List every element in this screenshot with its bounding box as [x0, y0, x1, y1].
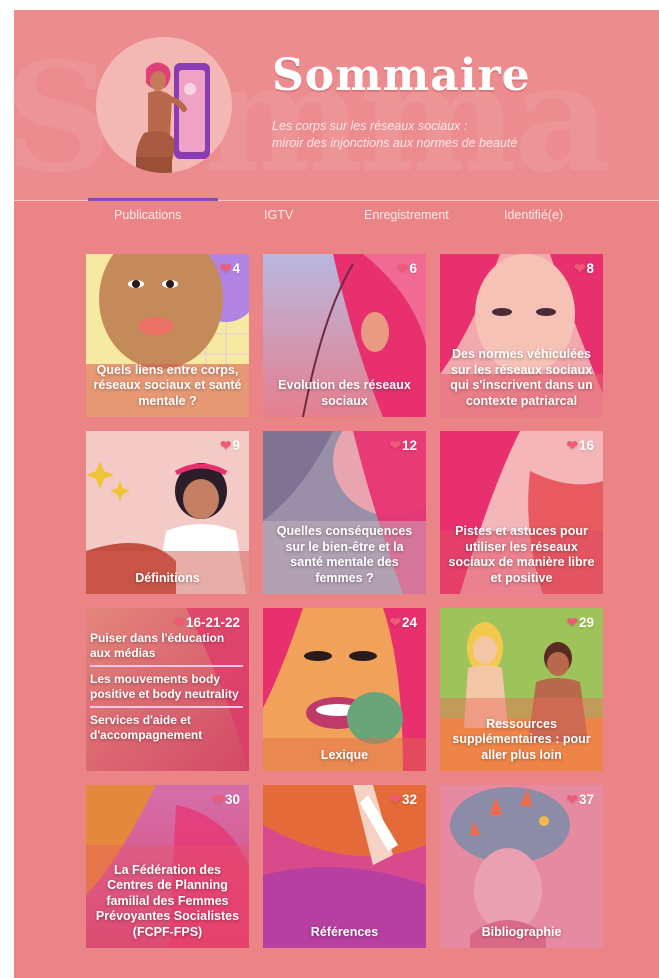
- post-tile[interactable]: ❤8 Des normes véhiculées sur les réseaux…: [440, 254, 603, 417]
- likes-count: ❤29: [566, 615, 594, 630]
- tile-caption: Définitions: [135, 570, 200, 585]
- heart-icon: ❤: [212, 792, 224, 807]
- post-tile[interactable]: ❤24 Lexique: [263, 608, 426, 771]
- avatar[interactable]: [96, 37, 232, 173]
- tab-identifie[interactable]: Identifié(e): [504, 208, 563, 222]
- heart-icon: ❤: [389, 438, 401, 453]
- heart-icon: ❤: [389, 792, 401, 807]
- heart-icon: ❤: [566, 438, 578, 453]
- post-tile[interactable]: ❤29 Ressources supplémentaires : pour al…: [440, 608, 603, 771]
- likes-count: ❤32: [389, 792, 417, 807]
- tile-caption: Pistes et astuces pour utiliser les rése…: [448, 524, 595, 585]
- tile-links: Puiser dans l'éducation aux médias Les m…: [90, 628, 243, 747]
- tile-caption: Quels liens entre corps, réseaux sociaux…: [93, 362, 242, 408]
- heart-icon: ❤: [220, 261, 232, 276]
- tile-caption: Lexique: [320, 747, 369, 762]
- page-subtitle: Les corps sur les réseaux sociaux : miro…: [272, 118, 592, 152]
- link-separator: [90, 665, 243, 667]
- subtitle-line: miroir des injonctions aux normes de bea…: [272, 136, 518, 150]
- tile-caption: Ressources supplémentaires : pour aller …: [452, 716, 591, 762]
- link-services-aide[interactable]: Services d'aide et d'accompagnement: [90, 710, 243, 747]
- tab-publications[interactable]: Publications: [114, 208, 181, 222]
- post-tile[interactable]: ❤4 Quels liens entre corps, réseaux soci…: [86, 254, 249, 417]
- post-tile[interactable]: ❤16 Pistes et astuces pour utiliser les …: [440, 431, 603, 594]
- post-tile[interactable]: ❤32 Références: [263, 785, 426, 948]
- post-tile[interactable]: ❤12 Quelles conséquences sur le bien-êtr…: [263, 431, 426, 594]
- likes-count: ❤30: [212, 792, 240, 807]
- likes-count: ❤4: [220, 261, 240, 276]
- link-education-medias[interactable]: Puiser dans l'éducation aux médias: [90, 628, 243, 665]
- post-tile[interactable]: ❤30 La Fédération des Centres de Plannin…: [86, 785, 249, 948]
- post-tile[interactable]: ❤9 Définitions: [86, 431, 249, 594]
- tab-igtv[interactable]: IGTV: [264, 208, 293, 222]
- active-tab-indicator: [88, 198, 218, 201]
- likes-count: ❤6: [397, 261, 417, 276]
- likes-count: ❤24: [389, 615, 417, 630]
- post-tile[interactable]: ❤37 Bibliographie: [440, 785, 603, 948]
- link-separator: [90, 706, 243, 708]
- post-tile-multi: ❤16-21-22 Puiser dans l'éducation aux mé…: [86, 608, 249, 771]
- likes-count: ❤37: [566, 792, 594, 807]
- page-title: Sommaire: [272, 50, 531, 101]
- link-body-positive[interactable]: Les mouvements body positive et body neu…: [90, 669, 243, 706]
- likes-count: ❤8: [574, 261, 594, 276]
- avatar-illustration: [136, 62, 210, 173]
- page: Somma Sommaire Les corps sur les réseaux…: [14, 10, 659, 978]
- likes-count: ❤9: [220, 438, 240, 453]
- heart-icon: ❤: [574, 261, 586, 276]
- heart-icon: ❤: [566, 615, 578, 630]
- tile-caption: Des normes véhiculées sur les réseaux so…: [450, 347, 593, 408]
- heart-icon: ❤: [220, 438, 232, 453]
- post-tile[interactable]: ❤6 Evolution des réseaux sociaux: [263, 254, 426, 417]
- tile-caption: Références: [310, 924, 379, 939]
- tab-enregistrement[interactable]: Enregistrement: [364, 208, 449, 222]
- tile-caption: Bibliographie: [481, 924, 562, 939]
- tile-caption: Quelles conséquences sur le bien-être et…: [276, 524, 413, 585]
- profile-header: Somma Sommaire Les corps sur les réseaux…: [14, 10, 659, 200]
- heart-icon: ❤: [397, 261, 409, 276]
- likes-count: ❤16: [566, 438, 594, 453]
- tile-caption: Evolution des réseaux sociaux: [278, 378, 411, 408]
- heart-icon: ❤: [389, 615, 401, 630]
- likes-count: ❤12: [389, 438, 417, 453]
- subtitle-line: Les corps sur les réseaux sociaux :: [272, 119, 468, 133]
- heart-icon: ❤: [566, 792, 578, 807]
- tile-caption: La Fédération des Centres de Planning fa…: [95, 862, 240, 939]
